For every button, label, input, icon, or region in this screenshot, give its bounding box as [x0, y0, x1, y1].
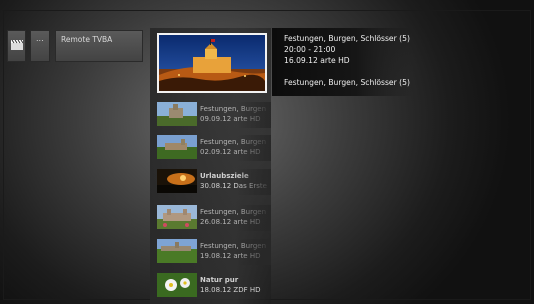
info-time: 20:00 - 21:00 — [284, 45, 336, 54]
list-item[interactable]: Festungen, Burgen 09.09.12 arte HD — [157, 102, 271, 128]
selected-recording-thumbnail[interactable] — [157, 33, 267, 93]
more-tile[interactable]: ... — [30, 30, 50, 62]
list-item[interactable]: Natur pur 18.08.12 ZDF HD — [157, 273, 271, 299]
more-label: ... — [36, 34, 44, 43]
list-item[interactable]: Festungen, Burgen 19.08.12 arte HD — [157, 239, 271, 265]
recording-thumbnail — [157, 205, 197, 229]
media-tile[interactable] — [7, 30, 26, 62]
remote-tvba-tile[interactable]: Remote TVBA — [55, 30, 143, 62]
list-item[interactable]: Festungen, Burgen 26.08.12 arte HD — [157, 205, 271, 231]
list-item[interactable]: Urlaubsziele 30.08.12 Das Erste — [157, 169, 271, 195]
recording-thumbnail — [157, 135, 197, 159]
recording-meta: 18.08.12 ZDF HD — [200, 286, 261, 294]
remote-tvba-label: Remote TVBA — [61, 35, 113, 44]
recording-info-panel: Festungen, Burgen, Schlösser (5) 20:00 -… — [272, 28, 412, 96]
list-item[interactable]: Festungen, Burgen 02.09.12 arte HD — [157, 135, 271, 161]
info-title: Festungen, Burgen, Schlösser (5) — [284, 34, 410, 43]
recording-thumbnail — [157, 239, 197, 263]
recording-thumbnail — [157, 273, 197, 297]
info-date-channel: 16.09.12 arte HD — [284, 56, 350, 65]
recording-thumbnail — [157, 102, 197, 126]
recording-title: Natur pur — [200, 276, 239, 284]
clapperboard-icon — [11, 40, 23, 50]
castle-night-image — [159, 35, 265, 91]
recording-thumbnail — [157, 169, 197, 193]
info-description: Festungen, Burgen, Schlösser (5) — [284, 78, 410, 87]
tv-screen: ... Remote TVBA Festungen, Burgen 09.09.… — [0, 0, 534, 304]
